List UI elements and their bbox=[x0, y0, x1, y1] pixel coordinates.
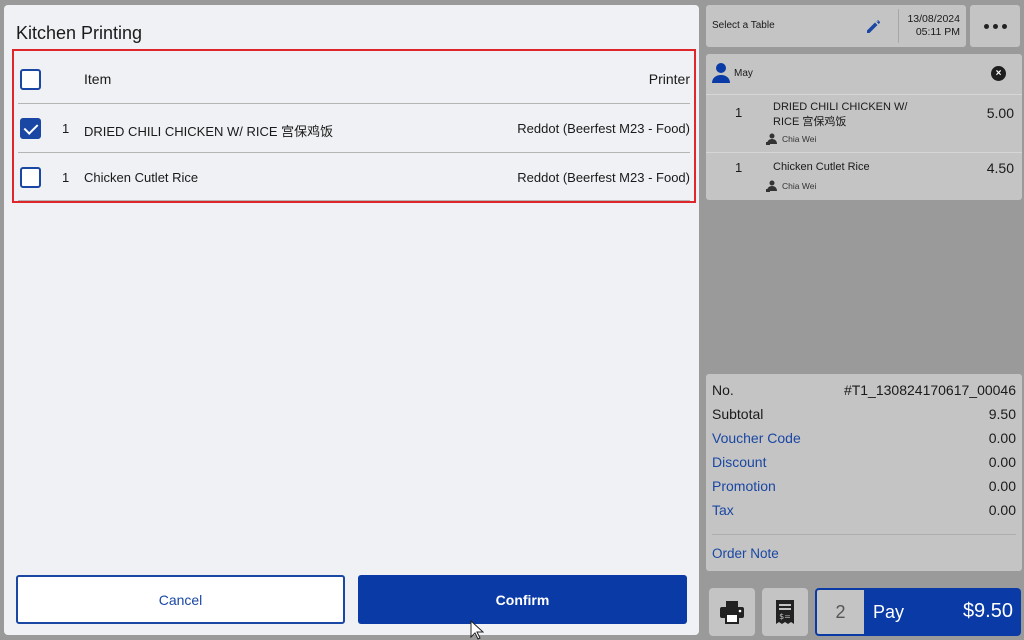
table-row[interactable]: 1 DRIED CHILI CHICKEN W/ RICE 宫保鸡饭 Reddo… bbox=[14, 104, 694, 152]
promotion-link[interactable]: Promotion bbox=[712, 478, 776, 494]
order-item-price: 4.50 bbox=[986, 160, 1014, 176]
order-item-name: Chicken Cutlet Rice bbox=[773, 161, 870, 173]
customer-row[interactable]: May × bbox=[706, 54, 1022, 94]
row-qty: 1 bbox=[62, 170, 70, 185]
order-datetime: 13/08/2024 05:11 PM bbox=[907, 13, 960, 39]
confirm-button[interactable]: Confirm bbox=[358, 575, 687, 624]
order-item-staff: Chia Wei bbox=[766, 180, 816, 192]
subtotal-label: Subtotal bbox=[712, 406, 764, 422]
order-item-staff: Chia Wei bbox=[766, 133, 816, 145]
order-no-value: #T1_130824170617_00046 bbox=[843, 382, 1016, 398]
order-items-card: May × 1 DRIED CHILI CHICKEN W/ RICE 宫保鸡饭… bbox=[706, 54, 1022, 200]
pay-amount: $9.50 bbox=[962, 600, 1013, 622]
table-header-row: Item Printer bbox=[14, 55, 694, 103]
order-item-staff-name: Chia Wei bbox=[782, 134, 817, 144]
receipt-icon: $= bbox=[776, 600, 794, 624]
order-item-qty: 1 bbox=[735, 160, 743, 175]
voucher-code-link[interactable]: Voucher Code bbox=[712, 430, 801, 446]
tax-value: 0.00 bbox=[988, 502, 1016, 518]
close-icon[interactable]: × bbox=[991, 66, 1006, 81]
order-summary: No. #T1_130824170617_00046 Subtotal 9.50… bbox=[706, 374, 1022, 571]
order-item-name: DRIED CHILI CHICKEN W/ RICE 宫保鸡饭 bbox=[773, 101, 908, 128]
customer-name: May bbox=[734, 68, 753, 79]
more-dots-icon[interactable] bbox=[970, 5, 1020, 47]
staff-icon bbox=[766, 133, 777, 145]
pay-label: Pay bbox=[873, 602, 905, 622]
tax-link[interactable]: Tax bbox=[712, 502, 734, 518]
row-item-name: DRIED CHILI CHICKEN W/ RICE 宫保鸡饭 bbox=[84, 124, 334, 139]
row-qty: 1 bbox=[62, 121, 70, 136]
mouse-cursor-icon bbox=[470, 620, 484, 640]
subtotal-value: 9.50 bbox=[988, 406, 1016, 422]
selection-highlight-frame: Item Printer 1 DRIED CHILI CHICKEN W/ RI… bbox=[12, 49, 696, 203]
pay-button[interactable]: 2 Pay $9.50 bbox=[815, 588, 1021, 636]
select-all-checkbox[interactable] bbox=[20, 69, 41, 90]
order-date: 13/08/2024 bbox=[907, 13, 960, 25]
column-header-item: Item bbox=[84, 71, 112, 87]
bar-divider bbox=[898, 9, 899, 43]
order-item[interactable]: 1 Chicken Cutlet Rice 4.50 Chia Wei bbox=[706, 153, 1022, 200]
order-item-qty: 1 bbox=[735, 105, 743, 120]
kitchen-printing-modal: Kitchen Printing Item Printer 1 DRIED CH… bbox=[4, 5, 699, 635]
table-row[interactable]: 1 Chicken Cutlet Rice Reddot (Beerfest M… bbox=[14, 153, 694, 201]
person-icon bbox=[712, 63, 730, 83]
printer-icon bbox=[720, 601, 744, 624]
discount-link[interactable]: Discount bbox=[712, 454, 766, 470]
table-select-bar[interactable]: Select a Table 13/08/2024 05:11 PM bbox=[706, 5, 966, 47]
order-item[interactable]: 1 DRIED CHILI CHICKEN W/ RICE 宫保鸡饭 5.00 … bbox=[706, 94, 1022, 152]
order-time: 05:11 PM bbox=[915, 26, 960, 38]
summary-divider bbox=[712, 534, 1016, 535]
print-button[interactable] bbox=[709, 588, 755, 636]
row-item-name: Chicken Cutlet Rice bbox=[84, 170, 199, 185]
row-printer: Reddot (Beerfest M23 - Food) bbox=[517, 121, 690, 136]
discount-value: 0.00 bbox=[988, 454, 1016, 470]
row-checkbox[interactable] bbox=[20, 167, 41, 188]
modal-title: Kitchen Printing bbox=[16, 23, 143, 43]
select-table-label: Select a Table bbox=[712, 20, 775, 31]
voucher-value: 0.00 bbox=[988, 430, 1016, 446]
order-no-label: No. bbox=[712, 382, 734, 398]
row-printer: Reddot (Beerfest M23 - Food) bbox=[517, 170, 690, 185]
cancel-button[interactable]: Cancel bbox=[16, 575, 345, 624]
pencil-icon[interactable] bbox=[864, 16, 884, 36]
receipt-button[interactable]: $= bbox=[762, 588, 808, 636]
order-item-staff-name: Chia Wei bbox=[782, 181, 817, 191]
row-checkbox-checked[interactable] bbox=[20, 118, 41, 139]
column-header-printer: Printer bbox=[648, 71, 690, 87]
svg-text:$=: $= bbox=[779, 612, 791, 621]
row-divider bbox=[18, 200, 690, 201]
order-item-price: 5.00 bbox=[986, 105, 1014, 121]
staff-icon bbox=[766, 180, 777, 192]
pay-item-count: 2 bbox=[816, 589, 865, 635]
promotion-value: 0.00 bbox=[988, 478, 1016, 494]
order-note-link[interactable]: Order Note bbox=[712, 546, 779, 561]
